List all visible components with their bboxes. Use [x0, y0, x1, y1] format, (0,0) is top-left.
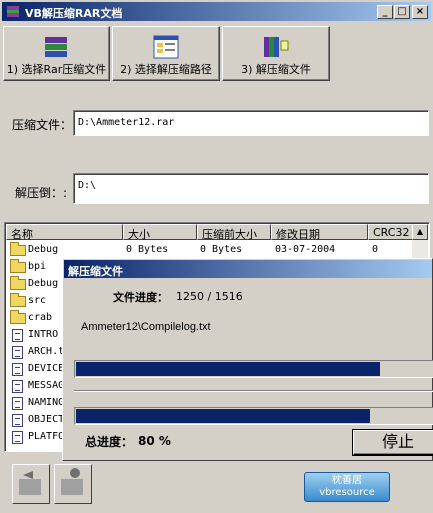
- list-item[interactable]: Debug 0 Bytes 0 Bytes 03-07-2004 0: [6, 242, 426, 259]
- file-icon: [12, 431, 23, 444]
- file-icon: [12, 380, 23, 393]
- folder-icon: [10, 310, 26, 324]
- title-bar: VB解压缩RAR文档 _ □ ×: [2, 2, 431, 21]
- main-window: VB解压缩RAR文档 _ □ × 1) 选择Rar压缩文件 2) 选择解压缩路径…: [0, 0, 433, 513]
- file-progress-label: 文件进度：: [113, 291, 168, 304]
- file-progress-bar: [74, 360, 433, 378]
- logo-chinese: 枕善居: [332, 475, 362, 486]
- total-progress-fill: [76, 409, 370, 423]
- refresh-icon: [19, 471, 41, 495]
- cell-name: crab: [28, 312, 53, 323]
- extract-button[interactable]: 3) 解压缩文件: [222, 26, 330, 81]
- help-icon: [61, 468, 83, 495]
- column-modified-date[interactable]: 修改日期: [271, 224, 368, 241]
- file-progress-count: 1250 / 1516: [176, 290, 243, 303]
- select-archive-button[interactable]: 1) 选择Rar压缩文件: [3, 26, 110, 81]
- total-progress-label: 总进度：: [85, 435, 134, 449]
- select-archive-label: 1) 选择Rar压缩文件: [6, 63, 107, 76]
- dialog-separator: [74, 390, 433, 392]
- folder-icon: [10, 242, 26, 256]
- scroll-up-icon[interactable]: ▲: [412, 224, 428, 240]
- window-title: VB解压缩RAR文档: [25, 7, 123, 20]
- folder-icon: [10, 276, 26, 290]
- cell-name: OBJECT: [28, 414, 65, 425]
- file-icon: [12, 363, 23, 376]
- file-icon: [12, 414, 23, 427]
- cell-name: DEVICE: [28, 363, 65, 374]
- archive-label: 压缩文件：: [12, 118, 73, 132]
- cell-name: MESSAG: [28, 380, 65, 391]
- minimize-button[interactable]: _: [377, 5, 393, 19]
- current-file: Ammeter12\Compilelog.txt: [81, 321, 211, 333]
- rar-books-icon: [44, 37, 67, 57]
- column-original-size[interactable]: 压缩前大小: [197, 224, 271, 241]
- refresh-button[interactable]: [12, 464, 50, 504]
- folder-window-icon: [153, 35, 179, 59]
- cell-name: ARCH.t: [28, 346, 65, 357]
- select-path-button[interactable]: 2) 选择解压缩路径: [112, 26, 220, 81]
- maximize-button[interactable]: □: [394, 5, 410, 19]
- extract-progress-dialog: 解压缩文件 文件进度： 1250 / 1516 Ammeter12\Compil…: [62, 258, 433, 461]
- cell-name: Debug: [28, 278, 59, 289]
- folder-icon: [10, 259, 26, 273]
- file-icon: [12, 329, 23, 342]
- cell-name: src: [28, 295, 47, 306]
- select-path-label: 2) 选择解压缩路径: [120, 63, 212, 76]
- cell-name: PLATFO: [28, 431, 65, 442]
- total-progress-bar: [74, 407, 433, 425]
- file-progress-fill: [76, 362, 380, 376]
- cell-name: bpi: [28, 261, 47, 272]
- extract-label: 3) 解压缩文件: [241, 63, 311, 76]
- logo-english: vbresource: [319, 487, 375, 498]
- archive-path-field[interactable]: D:\Ammeter12.rar: [73, 110, 429, 136]
- cell-crc: 0: [372, 244, 379, 255]
- cell-name: NAMING: [28, 397, 65, 408]
- total-progress-value: 80 %: [138, 434, 171, 448]
- stop-button[interactable]: 停止: [353, 430, 433, 455]
- destination-path-field[interactable]: D:\: [73, 173, 429, 204]
- close-button[interactable]: ×: [412, 5, 428, 19]
- vbresource-logo[interactable]: 枕善居 vbresource: [304, 472, 390, 502]
- destination-label: 解压倒：:: [15, 186, 68, 200]
- cell-date: 03-07-2004: [275, 244, 336, 255]
- column-crc32[interactable]: CRC32: [368, 224, 415, 240]
- column-name[interactable]: 名称: [6, 224, 123, 241]
- app-icon: [7, 6, 19, 17]
- cell-name: INTRO: [28, 329, 59, 340]
- folder-icon: [10, 293, 26, 307]
- cell-size: 0 Bytes: [126, 244, 169, 255]
- column-size[interactable]: 大小: [123, 224, 197, 241]
- extract-books-icon: [264, 37, 289, 57]
- help-button[interactable]: [54, 464, 92, 504]
- file-icon: [12, 346, 23, 359]
- cell-name: Debug: [28, 244, 59, 255]
- file-icon: [12, 397, 23, 410]
- dialog-title: 解压缩文件: [64, 260, 432, 278]
- cell-orig: 0 Bytes: [200, 244, 243, 255]
